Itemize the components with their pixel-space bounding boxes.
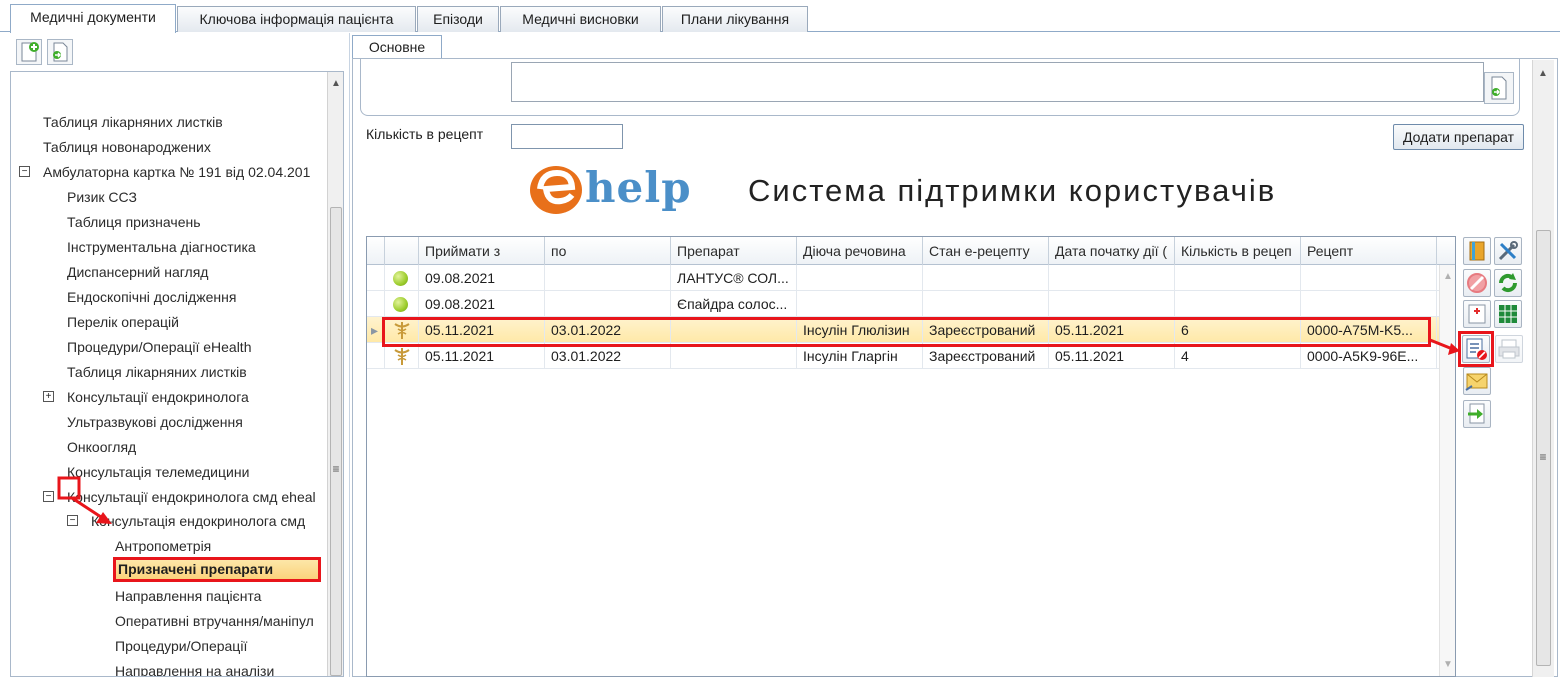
forbidden-icon: [1467, 273, 1487, 293]
table-cell: [1301, 291, 1437, 317]
table-cell: [797, 265, 923, 291]
header-icon-cell: [385, 237, 419, 265]
print-button[interactable]: [1495, 335, 1523, 363]
annotation-row-highlight: [382, 317, 1431, 347]
table-cell: [1049, 291, 1175, 317]
row-status-cell: [385, 265, 419, 291]
grid-scroll-up-icon[interactable]: ▲: [1441, 271, 1455, 282]
open-book-button[interactable]: [1463, 237, 1491, 265]
row-indicator: [367, 291, 385, 317]
main-scrollbar-thumb[interactable]: [1536, 230, 1551, 666]
tab-patient-key-info[interactable]: Ключова інформація пацієнта: [177, 6, 416, 32]
column-header[interactable]: Препарат: [671, 237, 797, 265]
refresh-icon: [1498, 273, 1518, 293]
notes-textarea[interactable]: [511, 62, 1484, 102]
table-cell: [923, 265, 1049, 291]
prescription-qty-input[interactable]: [511, 124, 623, 149]
document-arrow-icon: [1491, 76, 1507, 100]
wrench-icon: [1498, 241, 1518, 261]
tools-button[interactable]: [1494, 237, 1522, 265]
grid-scroll-down-icon[interactable]: ▼: [1441, 659, 1455, 670]
column-header[interactable]: Рецепт: [1301, 237, 1437, 265]
prescription-qty-label: Кількість в рецепт: [366, 126, 484, 142]
send-message-button[interactable]: [1463, 367, 1491, 395]
table-cell: [545, 291, 671, 317]
ehelp-banner[interactable]: help Система підтримки користувачів: [508, 157, 1383, 219]
column-header[interactable]: Діюча речовина: [797, 237, 923, 265]
main-scrollbar[interactable]: ▲ ≡: [1532, 60, 1554, 677]
ehelp-logo-icon: [530, 166, 582, 214]
cancel-button[interactable]: [1463, 269, 1491, 297]
book-icon: [1469, 241, 1485, 261]
export-document-icon: [1468, 403, 1485, 424]
table-cell: [1175, 265, 1301, 291]
tab-treatment-plans[interactable]: Плани лікування: [662, 6, 808, 32]
main-scroll-up-icon[interactable]: ▲: [1536, 68, 1550, 79]
spreadsheet-button[interactable]: [1494, 300, 1522, 328]
table-cell: [1175, 291, 1301, 317]
document-tabs: Медичні документи Ключова інформація пац…: [0, 0, 1560, 33]
tab-medical-documents[interactable]: Медичні документи: [10, 4, 176, 33]
table-cell: [923, 291, 1049, 317]
envelope-icon: [1465, 373, 1488, 391]
tab-medical-conclusions[interactable]: Медичні висновки: [500, 6, 661, 32]
row-status-cell: [385, 291, 419, 317]
table-cell: 09.08.2021: [419, 291, 545, 317]
table-row[interactable]: 09.08.2021 Єпайдра солос...: [367, 291, 1439, 317]
table-cell: [1049, 265, 1175, 291]
prescribed-drugs-grid[interactable]: Приймати з по Препарат Діюча речовина Стан е…: [366, 236, 1456, 677]
banner-title: Система підтримки користувачів: [748, 173, 1277, 208]
printer-icon: [1498, 339, 1520, 359]
column-header[interactable]: Приймати з: [419, 237, 545, 265]
row-indicator: [367, 265, 385, 291]
tab-main[interactable]: Основне: [352, 35, 442, 59]
annotation-arrow-to-tool: [1429, 338, 1460, 355]
tab-episodes[interactable]: Епізоди: [417, 6, 499, 32]
annotation-arrow: [57, 476, 112, 524]
green-status-icon: [393, 271, 408, 286]
document-tree-pane: Таблиця лікарняних листків Таблиця новона…: [0, 33, 350, 677]
column-header[interactable]: по: [545, 237, 671, 265]
app-window: Медичні документи Ключова інформація пац…: [0, 0, 1560, 677]
table-cell: [545, 265, 671, 291]
table-cell: Єпайдра солос...: [671, 291, 797, 317]
table-row[interactable]: 09.08.2021 ЛАНТУС® СОЛ...: [367, 265, 1439, 291]
spreadsheet-icon: [1499, 305, 1517, 323]
export-button[interactable]: [1463, 400, 1491, 428]
refresh-button[interactable]: [1494, 269, 1522, 297]
main-scroll-grip-icon: ≡: [1539, 450, 1547, 464]
ehelp-logo-text: help: [585, 163, 692, 212]
column-header[interactable]: Дата початку дії (: [1049, 237, 1175, 265]
column-header[interactable]: Кількість в рецеп: [1175, 237, 1301, 265]
table-cell: 09.08.2021: [419, 265, 545, 291]
add-drug-button[interactable]: Додати препарат: [1393, 124, 1524, 150]
table-cell: ЛАНТУС® СОЛ...: [671, 265, 797, 291]
table-cell: [1301, 265, 1437, 291]
column-header[interactable]: Стан е-рецепту: [923, 237, 1049, 265]
grid-header: Приймати з по Препарат Діюча речовина Стан е…: [367, 237, 1455, 265]
table-cell: [797, 291, 923, 317]
header-indicator-cell: [367, 237, 385, 265]
caduceus-icon: [394, 348, 410, 365]
attach-document-button[interactable]: [1484, 72, 1514, 104]
green-status-icon: [393, 297, 408, 312]
